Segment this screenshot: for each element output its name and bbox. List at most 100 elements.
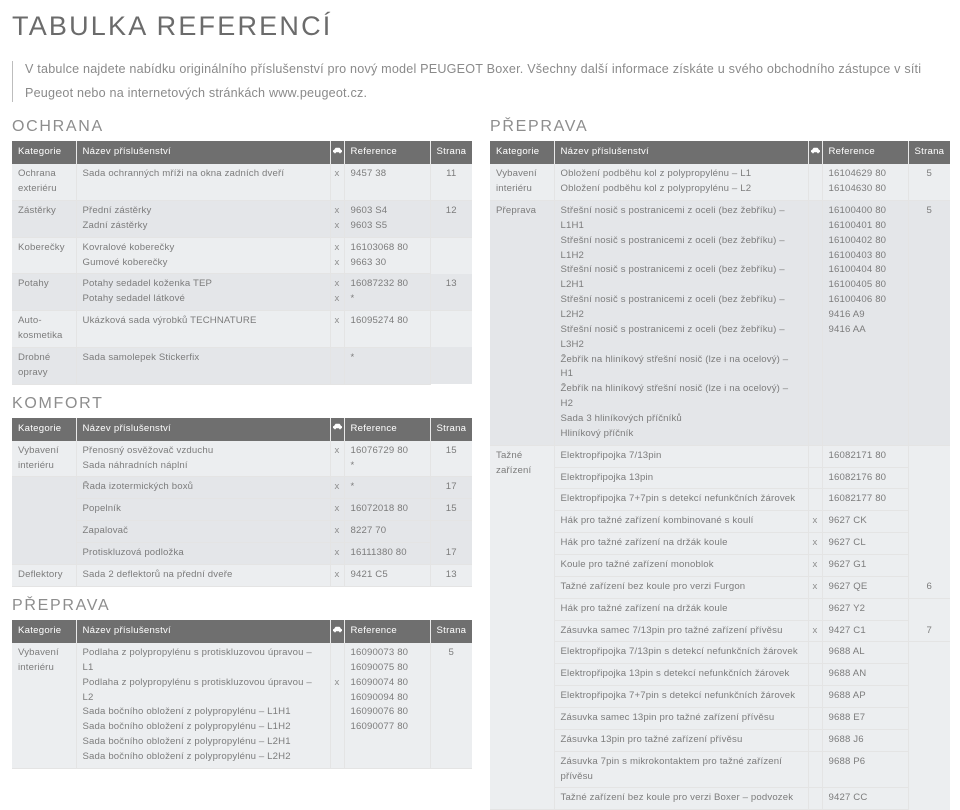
- cell-nazev: Sada ochranných mříži na okna zadních dv…: [76, 164, 331, 201]
- cell-reference: 16090073 80 16090075 80 16090074 80 1609009…: [344, 642, 431, 769]
- cell-reference: 8227 70: [344, 520, 431, 544]
- cell-strana: [430, 237, 472, 274]
- cell-nazev: Přední zástěrky Zadní zástěrky: [76, 200, 331, 238]
- cell-strana: 13: [430, 564, 472, 587]
- cell-reference: 16087232 80 *: [344, 273, 431, 312]
- cell-mark: x: [330, 542, 345, 565]
- cell-kategorie: Tažné zařízení: [490, 445, 555, 810]
- car-icon: [810, 145, 821, 160]
- cell-strana: [908, 663, 950, 686]
- cell-mark: x: [330, 498, 345, 522]
- table-row: Zásuvka samec 13pin pro tažné zařízení p…: [490, 707, 950, 730]
- table-row: Zástěrky Přední zástěrky Zadní zástěrky x x 9…: [12, 200, 472, 238]
- cell-strana: [430, 520, 472, 543]
- column-header-reference: Reference: [344, 141, 431, 165]
- cell-strana: 7: [908, 620, 950, 643]
- cell-reference: 16082177 80: [822, 488, 909, 512]
- cell-kategorie: Vybavení interiéru: [12, 642, 77, 769]
- table-row: Koberečky Kovralové koberečky Gumové kober…: [12, 237, 472, 275]
- cell-strana: [908, 445, 950, 468]
- cell-reference: 9627 Y2: [822, 598, 909, 621]
- right-column: PŘEPRAVA Kategorie Název příslušenství Refe…: [490, 117, 950, 810]
- column-header-strana: Strana: [430, 417, 472, 441]
- cell-mark: [808, 663, 823, 687]
- column-header-mark: [330, 141, 345, 165]
- cell-strana: 13: [430, 273, 472, 312]
- car-icon: [332, 145, 343, 160]
- cell-kategorie: Potahy: [12, 273, 77, 312]
- cell-mark: [808, 707, 823, 730]
- cell-nazev: Elektropřipojka 7+7pin s detekcí nefunkč…: [554, 488, 809, 512]
- cell-mark: x: [330, 164, 345, 201]
- cell-reference: 16082176 80: [822, 467, 909, 490]
- cell-mark: x: [330, 520, 345, 544]
- column-header-kategorie: Kategorie: [12, 619, 77, 643]
- cell-mark: [808, 164, 823, 201]
- table-row: Elektropřipojka 13pin 16082176 80: [490, 467, 950, 490]
- column-header-reference: Reference: [344, 619, 431, 643]
- cell-nazev: Hák pro tažné zařízení na držák koule: [554, 598, 809, 621]
- cell-strana: [908, 488, 950, 511]
- accessories-table: Kategorie Název příslušenství Reference Str…: [12, 619, 472, 769]
- cell-mark: x: [808, 620, 823, 643]
- table-row: Zásuvka samec 7/13pin pro tažné zařízení…: [490, 620, 950, 643]
- cell-nazev: Přenosný osvěžovač vzduchu Sada náhradníc…: [76, 440, 331, 478]
- section-title: PŘEPRAVA: [12, 596, 111, 614]
- cell-reference: 9688 J6: [822, 729, 909, 752]
- cell-reference: 16076729 80 *: [344, 440, 431, 478]
- cell-strana: 11: [430, 164, 472, 201]
- cell-reference: 9688 P6: [822, 751, 909, 789]
- cell-nazev: Zásuvka 13pin pro tažné zařízení přívěsu: [554, 729, 809, 752]
- cell-reference: 16103068 80 9663 30: [344, 237, 431, 275]
- cell-mark: [808, 685, 823, 708]
- table-row: Elektropřipojka 13pin s detekcí nefunkčn…: [490, 663, 950, 687]
- cell-reference: 9421 C5: [344, 564, 431, 587]
- table-header-row: Kategorie Název příslušenství Reference Str…: [490, 141, 950, 165]
- cell-reference: 16072018 80: [344, 498, 431, 522]
- cell-strana: [908, 751, 950, 788]
- table-row: Hák pro tažné zařízení na držák koule 962…: [490, 598, 950, 621]
- cell-strana: [908, 510, 950, 533]
- table-row: Vybavení interiéru Podlaha z polypropylénu…: [12, 642, 472, 769]
- section-title: PŘEPRAVA: [490, 118, 589, 136]
- table-row: Tažné zařízení bez koule pro verzi Boxer…: [490, 787, 950, 810]
- cell-reference: 9627 G1: [822, 554, 909, 577]
- cell-nazev: Potahy sedadel koženka TEP Potahy sedadel…: [76, 273, 331, 312]
- cell-reference: 16095274 80: [344, 310, 431, 348]
- cell-mark: [330, 347, 345, 385]
- table-row: Řada izotermických boxů x * 17: [12, 476, 472, 565]
- cell-nazev: Hák pro tažné zařízení kombinované s kou…: [554, 510, 809, 534]
- section-left-0: OCHRANA Kategorie Název příslušenství Refer…: [12, 117, 472, 385]
- column-header-mark: [330, 417, 345, 441]
- table-row: Elektropřipojka 7+7pin s detekcí nefunkč…: [490, 685, 950, 708]
- table-row: Přeprava Střešní nosič s postranicemi z o…: [490, 200, 950, 446]
- cell-reference: 9603 S4 9603 S5: [344, 200, 431, 238]
- cell-kategorie: Koberečky: [12, 237, 77, 275]
- table-row: Koule pro tažné zařízení monoblok x 9627 G…: [490, 554, 950, 577]
- cell-reference: 9427 C1: [822, 620, 909, 643]
- column-header-kategorie: Kategorie: [12, 141, 77, 165]
- cell-kategorie: Vybavení interiéru: [12, 440, 77, 478]
- cell-nazev: Tažné zařízení bez koule pro verzi Furgo…: [554, 576, 809, 599]
- intro-block: V tabulce najdete nabídku originálního p…: [12, 58, 948, 105]
- cell-mark: [808, 641, 823, 665]
- section-title: KOMFORT: [12, 394, 104, 412]
- table-row: Tažné zařízení Elektropřipojka 7/13pin 1608…: [490, 445, 950, 810]
- cell-nazev: Podlaha z polypropylénu s protiskluzovou…: [76, 642, 331, 769]
- cell-nazev: Elektropřipojka 7/13pin s detekcí nefunk…: [554, 641, 809, 665]
- cell-nazev: Popelník: [76, 498, 331, 522]
- table-row: Elektropřipojka 7/13pin s detekcí nefunk…: [490, 641, 950, 665]
- cell-reference: 16082171 80: [822, 445, 909, 468]
- section-left-1: KOMFORT Kategorie Název příslušenství Refer…: [12, 394, 472, 587]
- cell-reference: 9627 QE: [822, 576, 909, 599]
- page-title: TABULKA REFERENCÍ: [12, 11, 333, 41]
- cell-reference: 9688 AP: [822, 685, 909, 708]
- cell-nazev: Elektropřipojka 7+7pin s detekcí nefunkč…: [554, 685, 809, 708]
- section-title: OCHRANA: [12, 118, 104, 136]
- masthead: TABULKA REFERENCÍ V tabulce najdete nabí…: [12, 0, 948, 105]
- column-header-kategorie: Kategorie: [12, 417, 77, 441]
- cell-mark: x: [808, 576, 823, 599]
- cell-strana: 5: [430, 642, 472, 769]
- cell-kategorie: Auto-kosmetika: [12, 310, 77, 348]
- table-row: Vybavení interiéru Obložení podběhu kol z …: [490, 164, 950, 201]
